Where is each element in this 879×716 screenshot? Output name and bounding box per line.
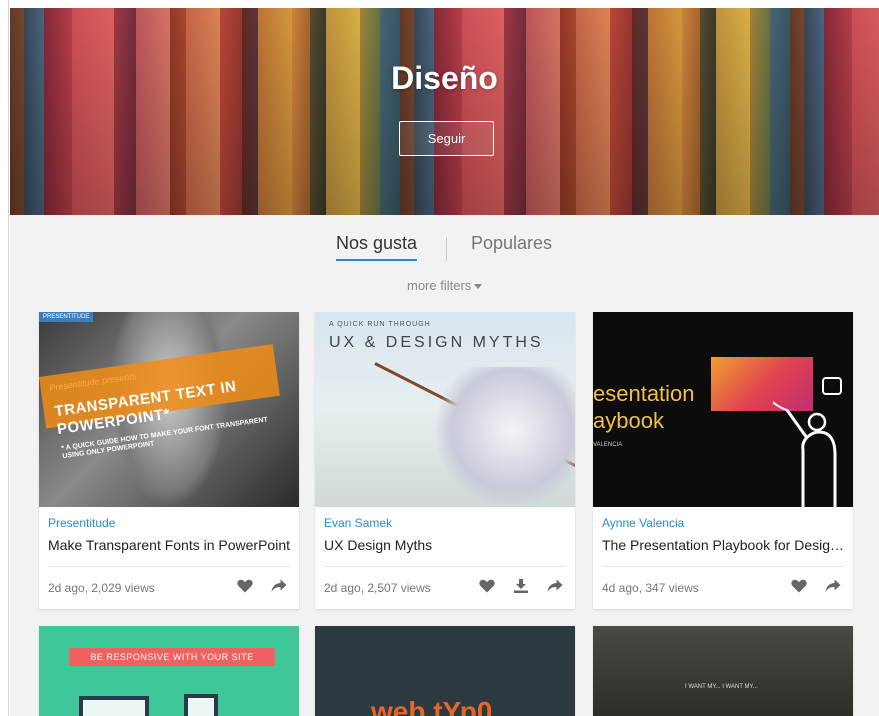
card-actions [477,576,565,596]
card-divider [602,566,844,567]
presentation-thumbnail[interactable]: PRESENTITUDE Presentitude presents TRANS… [39,312,299,507]
caret-down-icon [474,284,483,290]
thumbnail-author-text: VALENCIA [593,442,623,448]
card-author-link[interactable]: Aynne Valencia [602,516,684,530]
heart-icon[interactable] [477,576,497,596]
sort-tabs: Nos gusta Populares [10,233,879,265]
card-author-link[interactable]: Evan Samek [324,516,392,530]
thumbnail-headline-line: aybook [593,408,664,433]
thumbnail-headline: esentation aybook [593,380,695,434]
card-meta: 2d ago, 2,507 views [324,581,431,595]
category-hero-banner: Diseño Seguir [10,8,879,215]
presentation-thumbnail[interactable]: A QUICK RUN THROUGH UX & DESIGN MYTHS [315,312,575,507]
more-filters-dropdown[interactable]: more filters [407,278,483,293]
presentation-card[interactable]: PRESENTITUDE Presentitude presents TRANS… [39,312,299,609]
thumbnail-horse-illustration [435,367,575,507]
presentation-thumbnail[interactable]: BE RESPONSIVE WITH YOUR SITE [39,626,299,716]
card-actions [789,576,843,596]
category-page: Diseño Seguir Nos gusta Populares more f… [10,8,879,716]
card-author-link[interactable]: Presentitude [48,516,115,530]
thumbnail-tablet-illustration [184,694,218,716]
card-actions [235,576,289,596]
window-left-edge [0,0,9,716]
share-icon[interactable] [823,576,843,596]
presentation-card[interactable]: A QUICK RUN THROUGH UX & DESIGN MYTHS Ev… [315,312,575,609]
presentation-thumbnail[interactable]: web tYp0 [315,626,575,716]
card-title-link[interactable]: Make Transparent Fonts in PowerPoint [48,537,291,553]
thumbnail-person-illustration [773,377,842,507]
presentation-thumbnail[interactable]: esentation aybook VALENCIA [593,312,853,507]
tab-populares[interactable]: Populares [471,233,552,254]
share-icon[interactable] [269,576,289,596]
thumbnail-desktop-illustration [79,696,149,716]
presentation-card[interactable]: esentation aybook VALENCIA Aynne Valenci… [593,312,853,609]
heart-icon[interactable] [789,576,809,596]
card-meta: 2d ago, 2,029 views [48,581,155,595]
card-title-link[interactable]: UX Design Myths [324,537,567,553]
card-title-link[interactable]: The Presentation Playbook for Designers [602,537,845,553]
tab-divider [446,237,447,261]
download-icon[interactable] [511,576,531,596]
card-meta: 4d ago, 347 views [602,581,699,595]
presentation-card[interactable]: I WANT MY... I WANT MY... [593,626,853,716]
thumbnail-badge: PRESENTITUDE [39,312,94,322]
thumbnail-headline: web tYp0 [371,696,493,716]
more-filters-label: more filters [407,278,472,293]
window-top-edge [0,0,879,8]
share-icon[interactable] [545,576,565,596]
card-divider [48,566,290,567]
presentation-thumbnail[interactable]: I WANT MY... I WANT MY... [593,626,853,716]
follow-button[interactable]: Seguir [399,121,494,156]
tab-nos-gusta[interactable]: Nos gusta [336,233,418,261]
presentation-card[interactable]: web tYp0 [315,626,575,716]
thumbnail-caption: I WANT MY... I WANT MY... [685,684,758,690]
presentation-card[interactable]: BE RESPONSIVE WITH YOUR SITE [39,626,299,716]
thumbnail-headline-line: esentation [593,381,695,406]
card-divider [324,566,566,567]
heart-icon[interactable] [235,576,255,596]
thumbnail-kicker: A QUICK RUN THROUGH [329,321,431,328]
thumbnail-headline: UX & DESIGN MYTHS [329,334,544,351]
category-title: Diseño [391,60,498,96]
thumbnail-ribbon-text: BE RESPONSIVE WITH YOUR SITE [69,648,275,666]
